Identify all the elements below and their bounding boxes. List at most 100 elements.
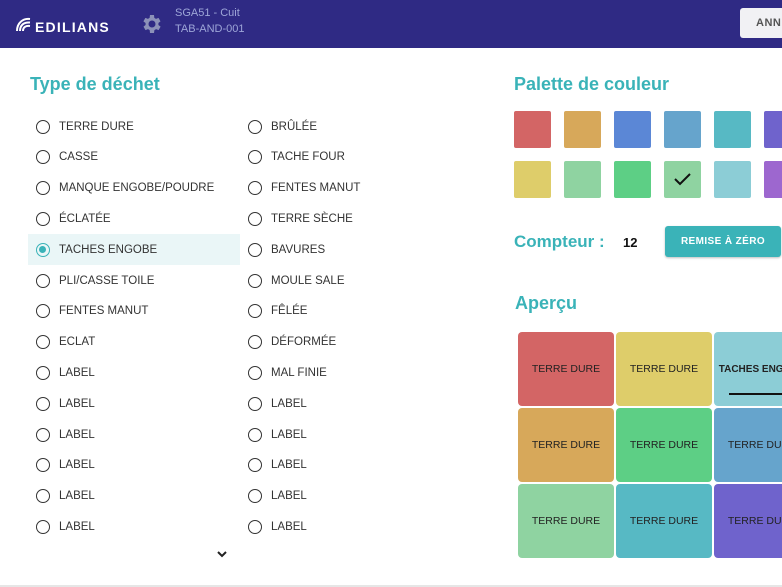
preview-tile: TERRE DURE xyxy=(616,332,712,406)
waste-option[interactable]: ECLAT xyxy=(28,327,240,358)
waste-option[interactable]: BRÛLÉE xyxy=(240,111,452,142)
waste-option-label: LABEL xyxy=(271,459,307,472)
radio-icon[interactable] xyxy=(248,181,262,196)
waste-option[interactable]: MOULE SALE xyxy=(240,265,452,296)
radio-icon[interactable] xyxy=(248,427,262,442)
preview-tile: TERRE DURE xyxy=(714,484,782,558)
waste-option[interactable]: TERRE SÈCHE xyxy=(240,203,452,234)
waste-option-label: LABEL xyxy=(59,520,95,533)
waste-option[interactable]: LABEL xyxy=(240,419,452,450)
radio-icon[interactable] xyxy=(36,489,50,504)
gear-icon[interactable] xyxy=(139,12,163,36)
radio-icon[interactable] xyxy=(36,365,50,380)
color-swatch[interactable] xyxy=(664,111,701,148)
color-swatch[interactable] xyxy=(714,161,751,198)
check-icon xyxy=(674,173,691,186)
radio-icon[interactable] xyxy=(36,273,50,288)
waste-option[interactable]: LABEL xyxy=(28,481,240,512)
color-swatch[interactable] xyxy=(614,161,651,198)
radio-icon[interactable] xyxy=(248,458,262,473)
waste-option[interactable]: LABEL xyxy=(240,481,452,512)
color-swatch[interactable] xyxy=(664,161,701,198)
radio-icon[interactable] xyxy=(36,181,50,196)
radio-icon[interactable] xyxy=(248,150,262,165)
waste-option-label: CASSE xyxy=(59,151,98,164)
radio-icon[interactable] xyxy=(36,304,50,319)
waste-option[interactable]: LABEL xyxy=(240,511,452,542)
preview-tile-label: TERRE DURE xyxy=(531,439,601,451)
radio-icon[interactable] xyxy=(248,273,262,288)
preview-tile: TERRE DURE xyxy=(518,484,614,558)
color-swatch[interactable] xyxy=(614,111,651,148)
waste-option[interactable]: BAVURES xyxy=(240,234,452,265)
radio-icon[interactable] xyxy=(36,150,50,165)
color-swatch[interactable] xyxy=(514,111,551,148)
color-swatch[interactable] xyxy=(764,111,782,148)
waste-option[interactable]: ÉCLATÉE xyxy=(28,203,240,234)
radio-icon[interactable] xyxy=(36,211,50,226)
waste-option[interactable]: FENTES MANUT xyxy=(240,173,452,204)
waste-option[interactable]: MANQUE ENGOBE/POUDRE xyxy=(28,173,240,204)
color-swatch[interactable] xyxy=(714,111,751,148)
waste-option[interactable]: FENTES MANUT xyxy=(28,296,240,327)
waste-option[interactable]: LABEL xyxy=(28,357,240,388)
waste-option-label: PLI/CASSE TOILE xyxy=(59,274,155,287)
preview-tile-label: TERRE DURE xyxy=(629,515,699,527)
waste-option[interactable]: LABEL xyxy=(28,450,240,481)
waste-option[interactable]: MAL FINIE xyxy=(240,357,452,388)
color-swatch[interactable] xyxy=(514,161,551,198)
waste-option-label: TACHES ENGOBE xyxy=(59,243,158,256)
preview-tile-label: TERRE DURE xyxy=(727,515,782,527)
radio-icon[interactable] xyxy=(36,427,50,442)
color-swatch[interactable] xyxy=(564,111,601,148)
radio-icon[interactable] xyxy=(36,458,50,473)
cancel-button[interactable]: ANNULER xyxy=(740,8,782,38)
radio-icon[interactable] xyxy=(248,335,262,350)
radio-icon[interactable] xyxy=(36,519,50,534)
radio-icon[interactable] xyxy=(36,119,50,134)
waste-option-label: LABEL xyxy=(271,490,307,503)
waste-option[interactable]: DÉFORMÉE xyxy=(240,327,452,358)
radio-icon[interactable] xyxy=(248,119,262,134)
waste-option[interactable]: CASSE xyxy=(28,142,240,173)
radio-icon[interactable] xyxy=(248,365,262,380)
waste-option-label: FENTES MANUT xyxy=(59,305,149,318)
waste-option-label: LABEL xyxy=(271,428,307,441)
waste-type-title: Type de déchet xyxy=(30,74,160,94)
radio-icon[interactable] xyxy=(248,519,262,534)
waste-option-label: DÉFORMÉE xyxy=(271,336,337,349)
radio-icon[interactable] xyxy=(248,242,262,257)
top-bar: EDILIANS SGA51 - Cuit TAB-AND-001 ANNULE… xyxy=(0,0,782,48)
counter-label: Compteur : xyxy=(514,232,605,251)
waste-option-label: BRÛLÉE xyxy=(271,120,318,133)
preview-tile-label: TERRE DURE xyxy=(629,363,699,375)
waste-option[interactable]: PLI/CASSE TOILE xyxy=(28,265,240,296)
preview-title: Aperçu xyxy=(515,293,578,313)
waste-option[interactable]: LABEL xyxy=(28,388,240,419)
waste-option[interactable]: LABEL xyxy=(28,419,240,450)
chevron-down-icon[interactable] xyxy=(216,549,228,559)
device-info: SGA51 - Cuit TAB-AND-001 xyxy=(175,5,244,37)
waste-option[interactable]: FÊLÉE xyxy=(240,296,452,327)
radio-icon[interactable] xyxy=(36,396,50,411)
color-swatch[interactable] xyxy=(764,161,782,198)
color-swatch[interactable] xyxy=(564,161,601,198)
waste-option[interactable]: TERRE DURE xyxy=(28,111,240,142)
radio-icon[interactable] xyxy=(248,304,262,319)
waste-option-label: BAVURES xyxy=(271,243,326,256)
waste-option[interactable]: LABEL xyxy=(28,511,240,542)
waste-option-label: ECLAT xyxy=(59,336,96,349)
radio-icon[interactable] xyxy=(248,211,262,226)
waste-option[interactable]: LABEL xyxy=(240,388,452,419)
reset-counter-button[interactable]: REMISE À ZÉRO xyxy=(665,226,781,257)
waste-option[interactable]: TACHE FOUR xyxy=(240,142,452,173)
radio-icon[interactable] xyxy=(36,335,50,350)
preview-tile: TERRE DURE xyxy=(714,408,782,482)
radio-icon[interactable] xyxy=(248,396,262,411)
device-line-1: SGA51 - Cuit xyxy=(175,7,240,19)
radio-icon[interactable] xyxy=(36,242,50,257)
waste-option-label: LABEL xyxy=(59,366,95,379)
radio-icon[interactable] xyxy=(248,489,262,504)
waste-option[interactable]: LABEL xyxy=(240,450,452,481)
waste-option[interactable]: TACHES ENGOBE xyxy=(28,234,240,266)
